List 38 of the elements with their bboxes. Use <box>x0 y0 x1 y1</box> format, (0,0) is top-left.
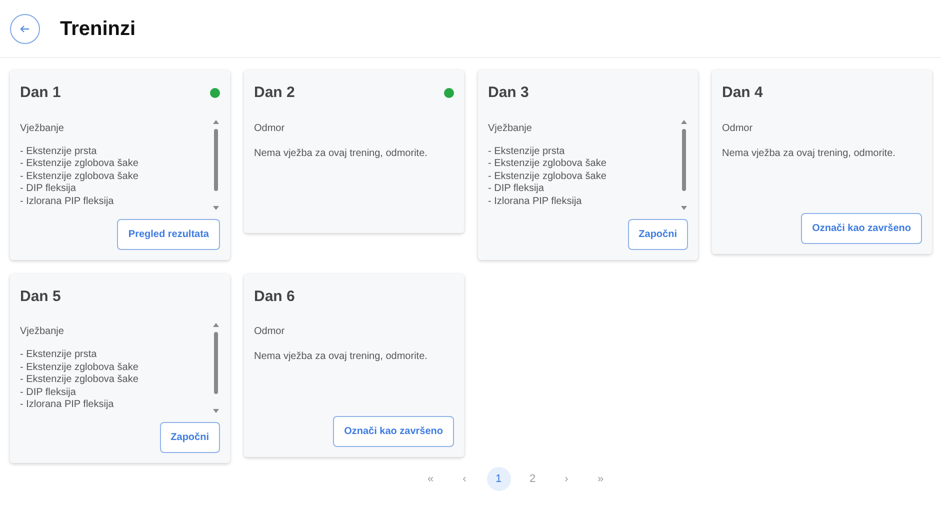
back-arrow-icon <box>20 24 30 32</box>
workout-type-label: Odmor <box>254 122 286 136</box>
day-title: Dan 2 <box>254 83 295 103</box>
workout-type-label: Odmor <box>722 122 754 136</box>
exercise-list: - Ekstenzije prsta - Ekstenzije zglobova šake - Ekstenzije zglobova šake - DIP fleksija - Izlorana PIP fleksija <box>20 349 138 413</box>
exercise-list: - Ekstenzije prsta - Ekstenzije zglobova šake - Ekstenzije zglobova šake - DIP fleksija - Izlorana PIP fleksija <box>488 146 606 210</box>
action-button[interactable]: Započni <box>628 218 688 250</box>
page-title: Treninzi <box>60 16 136 42</box>
exercise-list: - Ekstenzije prsta - Ekstenzije zglobova šake - Ekstenzije zglobova šake - DIP fleksija - Izlorana PIP fleksija <box>20 146 138 210</box>
page-button[interactable]: « <box>418 467 442 491</box>
day-title: Dan 6 <box>254 286 295 306</box>
action-button[interactable]: Označi kao završeno <box>333 416 454 447</box>
action-button[interactable]: Označi kao završeno <box>801 212 922 244</box>
rest-message: Nema vježba za ovaj trening, odmorite. <box>722 146 896 160</box>
workout-type-label: Vježbanje <box>488 122 533 136</box>
page-button[interactable]: › <box>554 467 578 491</box>
day-title: Dan 4 <box>722 83 763 103</box>
action-button[interactable]: Započni <box>160 422 220 453</box>
rest-message: Nema vježba za ovaj trening, odmorite. <box>254 350 428 364</box>
scroll-up-arrow-icon[interactable] <box>213 118 219 124</box>
day-title: Dan 3 <box>488 83 529 103</box>
workout-type-label: Vježbanje <box>20 122 65 136</box>
day-title: Dan 1 <box>20 83 61 103</box>
action-button[interactable]: Pregled rezultata <box>117 218 220 250</box>
scroll-down-arrow-icon[interactable] <box>681 206 687 210</box>
rest-message: Nema vježba za ovaj trening, odmorite. <box>254 146 428 160</box>
workout-type-label: Vježbanje <box>20 325 65 339</box>
page-button[interactable]: 2 <box>520 467 544 491</box>
page-button[interactable]: 1 <box>486 467 510 491</box>
day-title: Dan 5 <box>20 286 61 306</box>
page-button[interactable]: ‹ <box>452 467 476 491</box>
workout-type-label: Odmor <box>254 325 286 339</box>
scroll-down-arrow-icon[interactable] <box>213 409 219 414</box>
scroll-down-arrow-icon[interactable] <box>213 206 219 210</box>
back-button[interactable] <box>10 14 40 44</box>
page-button[interactable]: » <box>588 467 612 491</box>
scroll-up-arrow-icon[interactable] <box>213 322 219 327</box>
scroll-up-arrow-icon[interactable] <box>681 118 687 124</box>
